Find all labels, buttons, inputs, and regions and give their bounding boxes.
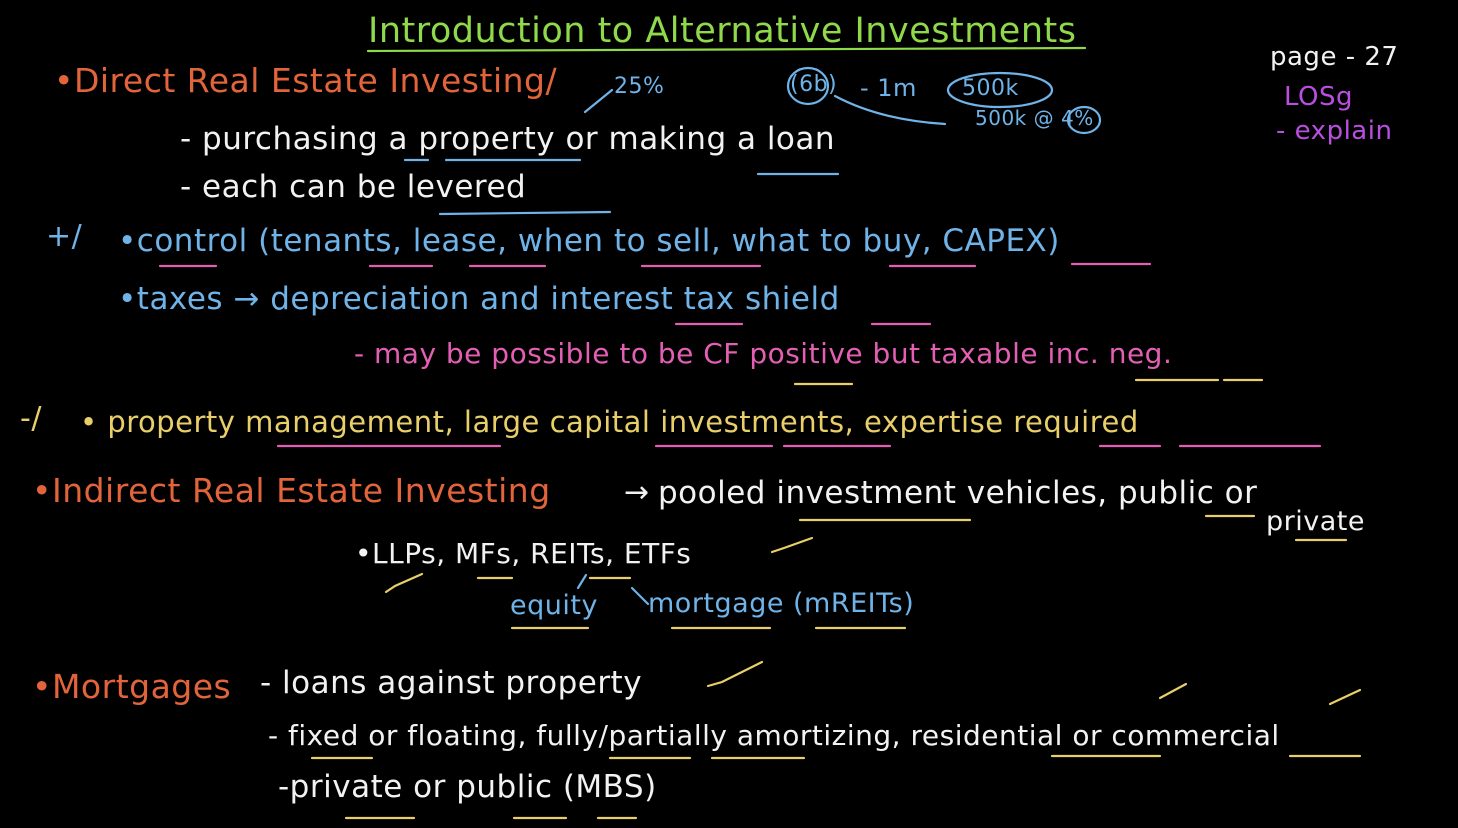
check-property [706,660,764,688]
check-llps [384,572,424,594]
percent-slash [583,88,614,114]
check-residential [1158,682,1188,700]
link-stroke [833,94,947,126]
circle-500k [946,71,1054,109]
check-etfs [770,536,814,554]
check-commercial [1328,688,1362,706]
reit-split-left [576,573,588,590]
underline-levered [438,210,612,216]
ink-annotations [158,46,1362,820]
circle-6b [786,66,830,106]
circle-4pct [1066,105,1102,135]
title-underline [366,46,1087,53]
reit-split-right [630,586,650,606]
